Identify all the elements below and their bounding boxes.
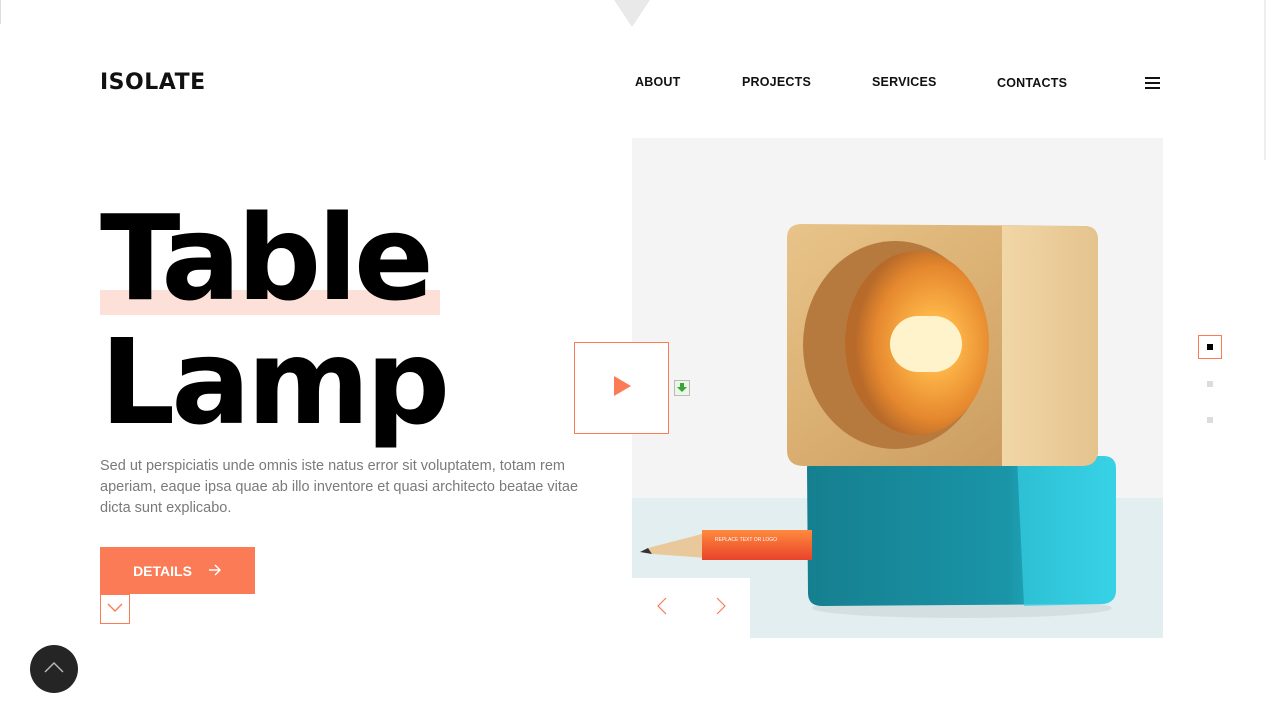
details-button-label: DETAILS [133, 562, 192, 579]
download-icon[interactable] [674, 380, 690, 396]
arrow-right-icon [208, 563, 222, 579]
chevron-down-icon [107, 600, 123, 618]
hero-title-line1: Table [100, 189, 434, 327]
chevron-left-icon [656, 597, 667, 620]
slide-dot-3[interactable] [1207, 417, 1213, 423]
nav-item-about[interactable]: ABOUT [635, 75, 680, 89]
nav-item-contacts[interactable]: CONTACTS [997, 76, 1067, 90]
main-nav: ABOUT PROJECTS SERVICES CONTACTS [0, 75, 1266, 95]
nav-item-services[interactable]: SERVICES [872, 75, 937, 89]
hero-description: Sed ut perspiciatis unde omnis iste natu… [100, 458, 579, 516]
slide-dot-1[interactable] [1198, 335, 1222, 359]
play-video-button[interactable] [574, 342, 669, 434]
slider-prev-button[interactable] [632, 578, 691, 638]
chevron-right-icon [716, 597, 726, 620]
product-image: REPLACE TEXT OR LOGO [632, 138, 1163, 638]
slider-nav [632, 578, 750, 638]
pencil-label: REPLACE TEXT OR LOGO [715, 537, 777, 543]
top-notch-decoration [614, 0, 650, 27]
slider-next-button[interactable] [691, 578, 750, 638]
slide-dot-2[interactable] [1207, 381, 1213, 387]
hamburger-menu-icon[interactable] [1145, 77, 1160, 89]
scroll-down-button[interactable] [100, 594, 130, 624]
slide-pagination [1198, 335, 1222, 423]
details-button[interactable]: DETAILS [100, 547, 255, 594]
play-icon [611, 374, 633, 403]
lamp-illustration: REPLACE TEXT OR LOGO [640, 224, 1116, 618]
hero-title-line2: Lamp [100, 313, 450, 451]
hero-title: Table Lamp [100, 189, 450, 451]
left-edge-line [0, 0, 1, 24]
chevron-up-icon [44, 660, 64, 678]
nav-item-projects[interactable]: PROJECTS [742, 75, 811, 89]
back-to-top-button[interactable] [30, 645, 78, 693]
